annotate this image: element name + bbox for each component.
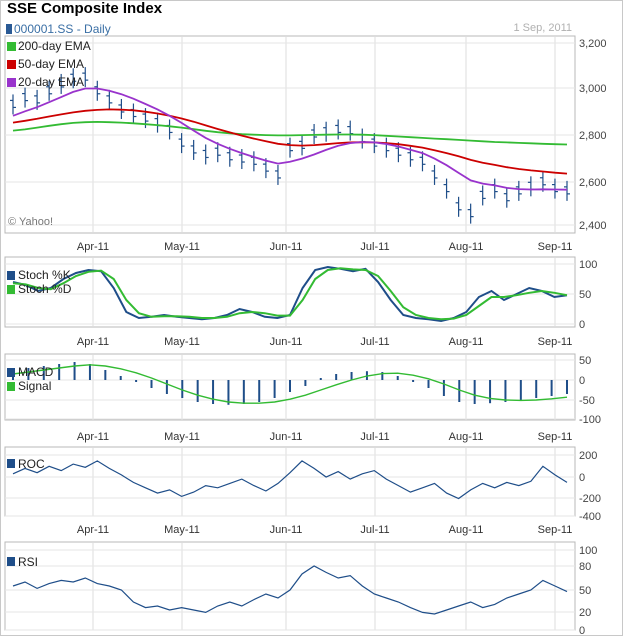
roc-x-tick-label: Aug-11 (449, 524, 484, 536)
legend-macd-label: MACD (18, 365, 54, 379)
legend-stoch-swatch (7, 271, 15, 280)
stoch-x-tick-label: Apr-11 (77, 336, 109, 348)
rsi-y-tick-label: 80 (579, 561, 591, 573)
legend-roc-label: ROC (18, 457, 45, 471)
roc-y-tick-label: -400 (579, 511, 601, 523)
legend-ema200-swatch (7, 42, 16, 51)
legend-ema50-label: 50-day EMA (18, 57, 84, 71)
macd-x-tick-label: Apr-11 (77, 431, 109, 443)
macd-x-tick-label: Sep-11 (538, 431, 573, 443)
roc-x-tick-label: Sep-11 (538, 524, 573, 536)
price-x-tick-label: Aug-11 (449, 241, 484, 253)
roc-x-tick-label: Jun-11 (270, 524, 303, 536)
rsi-y-tick-label: 100 (579, 545, 597, 557)
stoch-x-tick-label: Aug-11 (449, 336, 484, 348)
price-x-tick-label: Jul-11 (360, 241, 389, 253)
stoch-x-tick-label: May-11 (164, 336, 200, 348)
price-x-tick-label: Apr-11 (77, 241, 109, 253)
stoch-x-tick-label: Sep-11 (538, 336, 573, 348)
price-y-tick-label: 2,800 (579, 130, 607, 142)
price-x-tick-label: Jun-11 (270, 241, 303, 253)
rsi-y-tick-label: 20 (579, 607, 591, 619)
roc-y-tick-label: -200 (579, 493, 601, 505)
legend-rsi-label: RSI (18, 555, 38, 569)
roc-x-tick-label: Jul-11 (360, 524, 389, 536)
rsi-plot-area (4, 541, 576, 631)
price-y-tick-label: 2,400 (579, 220, 607, 232)
legend-ema200-label: 200-day EMA (18, 39, 91, 53)
legend-macd-swatch (7, 368, 15, 377)
legend-ema50-swatch (7, 60, 16, 69)
price-x-tick-label: May-11 (164, 241, 200, 253)
chart-canvas: 3,200 3,000 2,800 2,600 2,400 Apr-11 May-11 Jun… (4, 35, 607, 637)
price-x-tick-label: Sep-11 (538, 241, 573, 253)
legend-ema20-label: 20-day EMA (18, 75, 84, 89)
rsi-y-tick-label: 50 (579, 585, 591, 597)
price-y-tick-label: 3,000 (579, 83, 607, 95)
legend-roc-swatch (7, 459, 15, 468)
roc-x-tick-label: May-11 (164, 524, 200, 536)
stoch-x-tick-label: Jul-11 (360, 336, 389, 348)
macd-x-tick-label: May-11 (164, 431, 200, 443)
stoch-x-tick-label: Jun-11 (270, 336, 303, 348)
rsi-y-tick-label: 0 (579, 625, 585, 637)
stoch-y-tick-label: 0 (579, 319, 585, 331)
stoch-y-tick-label: 50 (579, 289, 591, 301)
macd-y-tick-label: -100 (579, 414, 601, 426)
legend-macd-label: Signal (18, 379, 51, 393)
legend-stoch-swatch (7, 285, 15, 294)
roc-x-tick-label: Apr-11 (77, 524, 109, 536)
macd-y-tick-label: 50 (579, 355, 591, 367)
legend-stoch-label: Stoch %D (18, 282, 72, 296)
legend-rsi-swatch (7, 557, 15, 566)
price-y-tick-label: 2,600 (579, 177, 607, 189)
legend-stoch-label: Stoch %K (18, 268, 71, 282)
legend-macd-swatch (7, 382, 15, 391)
macd-x-tick-label: Aug-11 (449, 431, 484, 443)
macd-y-tick-label: -50 (579, 395, 595, 407)
roc-plot-area (4, 446, 576, 517)
macd-y-tick-label: 0 (579, 375, 585, 387)
roc-y-tick-label: 200 (579, 450, 597, 462)
macd-x-tick-label: Jul-11 (360, 431, 389, 443)
macd-x-tick-label: Jun-11 (270, 431, 303, 443)
stoch-y-tick-label: 100 (579, 259, 597, 271)
price-y-tick-label: 3,200 (579, 38, 607, 50)
roc-y-tick-label: 0 (579, 472, 585, 484)
legend-ema20-swatch (7, 78, 16, 87)
watermark-yahoo: © Yahoo! (8, 216, 53, 228)
